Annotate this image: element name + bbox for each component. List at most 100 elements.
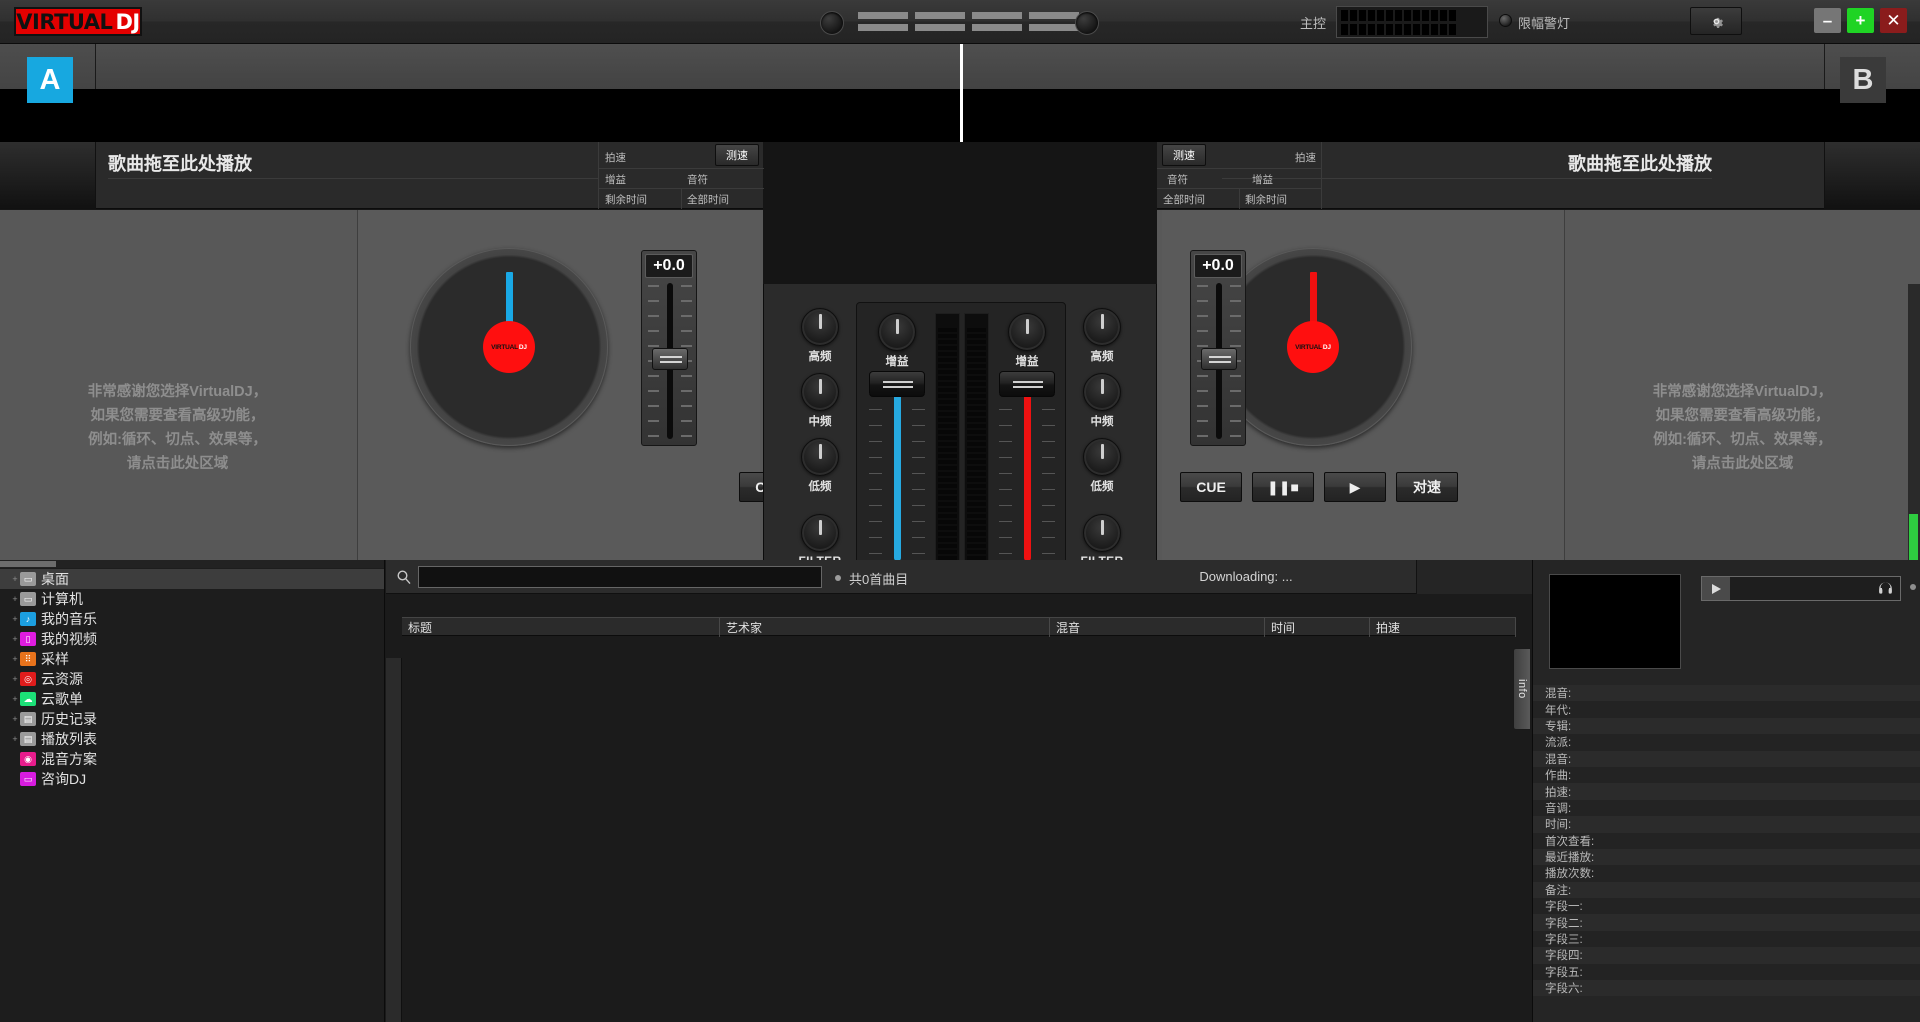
info-tab[interactable]: info: [1513, 648, 1531, 730]
column-header-3[interactable]: 时间: [1265, 618, 1370, 637]
deck-b-welcome-text[interactable]: 非常感谢您选择VirtualDJ， 如果您需要查看高级功能， 例如:循环、切点、…: [1570, 380, 1915, 476]
tree-expander-icon[interactable]: +: [10, 694, 20, 704]
eq-mid-right[interactable]: 中频: [1071, 373, 1133, 431]
column-header-1[interactable]: 艺术家: [720, 618, 1050, 637]
deck-a-gain-label: 增益: [605, 174, 626, 186]
knob-icon[interactable]: [801, 373, 839, 411]
minimize-button[interactable]: –: [1814, 8, 1841, 33]
vu-segment: [967, 412, 986, 416]
waveform-deck-b[interactable]: [963, 89, 1920, 142]
deck-a-title[interactable]: 歌曲拖至此处播放: [108, 149, 598, 176]
sidebar-item-8[interactable]: + ▤ 播放列表: [0, 729, 384, 749]
knob-icon[interactable]: [878, 313, 916, 351]
vu-segment: [1422, 9, 1429, 21]
deck-b-badge[interactable]: B: [1840, 57, 1886, 103]
knob-icon[interactable]: [801, 308, 839, 346]
bar-segment: [915, 24, 965, 31]
deck-a-pitch-handle[interactable]: [652, 348, 688, 370]
deck-b-pause-button[interactable]: ❚❚■: [1252, 472, 1314, 502]
sidebar-item-2[interactable]: + ♪ 我的音乐: [0, 609, 384, 629]
tree-expander-icon[interactable]: +: [10, 674, 20, 684]
eq-high-right[interactable]: 高频: [1071, 308, 1133, 366]
deck-a-badge[interactable]: A: [27, 57, 73, 103]
sidebar-item-0[interactable]: + ▭ 桌面: [0, 569, 384, 589]
maximize-button[interactable]: +: [1847, 8, 1874, 33]
vu-segment: [967, 466, 986, 470]
play-icon: [1712, 583, 1721, 594]
browser-left-gutter: [386, 594, 402, 1022]
preview-player[interactable]: [1701, 576, 1901, 601]
eq-low-right[interactable]: 低频: [1071, 438, 1133, 496]
vu-segment: [967, 400, 986, 404]
knob-icon[interactable]: [1083, 308, 1121, 346]
deck-a-gain-row: 增益 音符: [599, 168, 764, 188]
deck-a-bpm-button[interactable]: 测速: [715, 144, 759, 166]
deck-b-cue-button[interactable]: CUE: [1180, 472, 1242, 502]
eq-mid-left[interactable]: 中频: [789, 373, 851, 431]
gain-knob-b[interactable]: 增益: [995, 313, 1057, 371]
sidebar-item-6[interactable]: + ☁ 云歌单: [0, 689, 384, 709]
close-button[interactable]: ✕: [1880, 8, 1907, 33]
sidebar-item-3[interactable]: + ▯ 我的视频: [0, 629, 384, 649]
vu-segment: [967, 352, 986, 356]
search-input[interactable]: [418, 566, 822, 588]
column-header-4[interactable]: 拍速: [1370, 618, 1516, 637]
vu-segment: [938, 550, 957, 554]
deck-b-bpm-button[interactable]: 测速: [1162, 144, 1206, 166]
sidebar-scrollbar[interactable]: [0, 560, 384, 568]
knob-icon[interactable]: [1083, 514, 1121, 552]
column-header-0[interactable]: 标题: [402, 618, 720, 637]
tree-expander-icon[interactable]: +: [10, 654, 20, 664]
settings-button[interactable]: [1690, 7, 1742, 35]
deck-a-welcome-text[interactable]: 非常感谢您选择VirtualDJ， 如果您需要查看高级功能， 例如:循环、切点、…: [5, 380, 350, 476]
sidebar-item-9[interactable]: ◉ 混音方案: [0, 749, 384, 769]
gain-knob-a[interactable]: 增益: [865, 313, 927, 371]
tree-expander-icon[interactable]: +: [10, 714, 20, 724]
sidebar-item-1[interactable]: + ▭ 计算机: [0, 589, 384, 609]
sidebar-item-label: 计算机: [41, 591, 83, 607]
vu-segment: [1386, 9, 1393, 21]
waveform-deck-a[interactable]: [0, 89, 960, 142]
knob-icon[interactable]: [1083, 438, 1121, 476]
titlebar-knob-left[interactable]: [820, 11, 844, 35]
tree-expander-icon[interactable]: +: [10, 574, 20, 584]
tree-expander-icon[interactable]: +: [10, 594, 20, 604]
waveform-strip[interactable]: A B: [0, 44, 1920, 142]
deck-a-jogwheel[interactable]: VIRTUAL DJ: [410, 248, 608, 446]
deck-b-pitch-fader[interactable]: +0.0: [1190, 250, 1246, 446]
deck-a-pitch-fader[interactable]: +0.0: [641, 250, 697, 446]
sidebar-item-7[interactable]: + ▤ 历史记录: [0, 709, 384, 729]
sidebar-item-4[interactable]: + ⠿ 采样: [0, 649, 384, 669]
tree-expander-icon[interactable]: +: [10, 634, 20, 644]
browser-rows[interactable]: [402, 658, 1516, 1008]
deck-a-subtitle-row: [108, 178, 598, 208]
vu-segment: [967, 502, 986, 506]
vu-meter-b: [964, 313, 989, 581]
tree-expander-icon[interactable]: +: [10, 734, 20, 744]
preview-waveform[interactable]: [1730, 577, 1900, 600]
titlebar-knob-right[interactable]: [1075, 11, 1099, 35]
bar-segment: [972, 12, 1022, 19]
sidebar-item-10[interactable]: ▭ 咨询DJ: [0, 769, 384, 789]
tree-expander-icon[interactable]: +: [10, 614, 20, 624]
vu-column: [1440, 9, 1447, 35]
volume-handle-a[interactable]: [869, 371, 925, 397]
vu-segment: [938, 394, 957, 398]
volume-handle-b[interactable]: [999, 371, 1055, 397]
knob-icon[interactable]: [1083, 373, 1121, 411]
preview-play-button[interactable]: [1702, 577, 1730, 600]
deck-b-sync-button[interactable]: 对速: [1396, 472, 1458, 502]
column-header-2[interactable]: 混音: [1050, 618, 1265, 637]
deck-b-artwork: [1824, 142, 1920, 209]
eq-low-left[interactable]: 低频: [789, 438, 851, 496]
knob-icon[interactable]: [801, 438, 839, 476]
virtualdj-window: VIRTUAL DJ 主控 限幅警灯 – + ✕ A B 歌曲拖至此处播放 拍速…: [0, 0, 1920, 1022]
clip-led-icon: [1499, 14, 1512, 27]
knob-icon[interactable]: [801, 514, 839, 552]
vu-segment: [938, 520, 957, 524]
deck-b-pitch-handle[interactable]: [1201, 348, 1237, 370]
deck-b-play-button[interactable]: ▶: [1324, 472, 1386, 502]
sidebar-item-5[interactable]: + ◎ 云资源: [0, 669, 384, 689]
eq-high-left[interactable]: 高频: [789, 308, 851, 366]
knob-icon[interactable]: [1008, 313, 1046, 351]
